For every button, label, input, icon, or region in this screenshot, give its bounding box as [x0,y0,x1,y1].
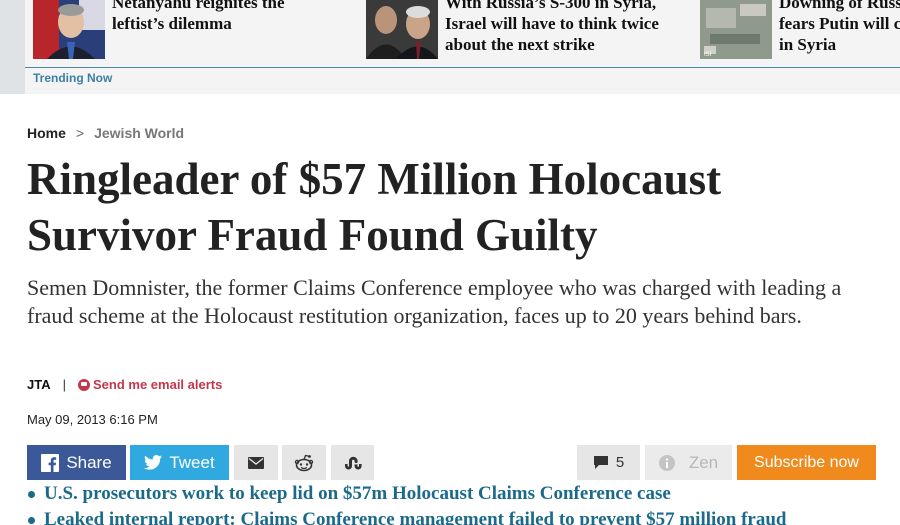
trending-strip: Netanyahu reignites the leftist’s dilemm… [0,0,900,94]
twitter-icon [144,455,163,470]
comments-button[interactable]: 5 [577,445,640,480]
envelope-icon [248,456,264,469]
trending-divider [25,67,900,68]
trending-item-1[interactable]: Netanyahu reignites the leftist’s dilemm… [33,0,333,60]
facebook-share-button[interactable]: Share [27,445,126,480]
related-article-title: U.S. prosecutors work to keep lid on $57… [44,483,671,504]
trending-title-line: Israel will have to think twice [445,14,659,33]
trending-title-line: fears Putin will c [779,14,900,33]
breadcrumb-home-link[interactable]: Home [27,125,66,141]
email-alerts-label: Send me email alerts [93,377,223,392]
twitter-tweet-button[interactable]: Tweet [130,445,229,480]
reddit-icon [294,454,314,472]
stumbleupon-share-button[interactable] [331,445,374,480]
breadcrumb-section-link[interactable]: Jewish World [94,125,184,141]
trending-title-line: With Russia’s S-300 in Syria, [445,0,657,12]
related-article-title: Leaked internal report: Claims Conferenc… [44,509,787,525]
trending-title-3[interactable]: Downing of Russ fears Putin will c in Sy… [779,0,900,55]
info-icon [658,454,675,471]
comments-count: 5 [615,454,625,471]
trending-title-line: about the next strike [445,35,595,54]
breadcrumb: Home > Jewish World [27,125,184,141]
subscribe-button[interactable]: Subscribe now [737,445,876,480]
zen-label: Zen [688,452,719,472]
byline: JTA | Send me email alerts [27,377,222,392]
twitter-tweet-label: Tweet [169,452,215,472]
article-source: JTA [27,377,51,392]
breadcrumb-separator: > [75,125,85,141]
byline-separator: | [62,377,66,392]
facebook-icon [41,453,60,472]
trending-item-2[interactable]: With Russia’s S-300 in Syria, Israel wil… [366,0,666,60]
trending-now-label[interactable]: Trending Now [33,71,112,85]
trending-thumbnail-2[interactable] [366,0,438,59]
trending-title-line: leftist’s dilemma [112,14,232,33]
svg-text:ISI: ISI [704,52,712,58]
zen-mode-button[interactable]: Zen [645,445,732,480]
reddit-share-button[interactable] [282,445,326,480]
related-articles-list: U.S. prosecutors work to keep lid on $57… [28,481,900,525]
article-date: May 09, 2013 6:16 PM [27,412,158,427]
trending-thumbnail-1[interactable] [33,0,105,59]
article-headline: Ringleader of $57 Million Holocaust Surv… [27,154,722,260]
facebook-share-label: Share [66,452,112,472]
email-alerts-link[interactable]: Send me email alerts [78,377,222,392]
trending-side-bar [0,0,25,94]
related-article-link[interactable]: Leaked internal report: Claims Conferenc… [28,507,900,525]
comment-bubble-icon [593,455,609,470]
email-share-button[interactable] [234,445,278,480]
trending-title-1[interactable]: Netanyahu reignites the leftist’s dilemm… [112,0,285,34]
article-subtitle: Semen Domnister, the former Claims Confe… [27,275,842,328]
trending-title-line: Downing of Russ [779,0,900,12]
related-article-link[interactable]: U.S. prosecutors work to keep lid on $57… [28,481,900,507]
trending-title-line: in Syria [779,35,837,54]
trending-title-line: Netanyahu reignites the [112,0,285,12]
trending-item-3[interactable]: ISI Downing of Russ fears Putin will c i… [700,0,900,60]
email-alert-icon [78,378,90,391]
trending-title-2[interactable]: With Russia’s S-300 in Syria, Israel wil… [445,0,659,55]
stumbleupon-icon [344,456,362,470]
bullet-icon [28,516,35,524]
bullet-icon [28,490,35,498]
trending-thumbnail-3[interactable]: ISI [700,0,772,59]
